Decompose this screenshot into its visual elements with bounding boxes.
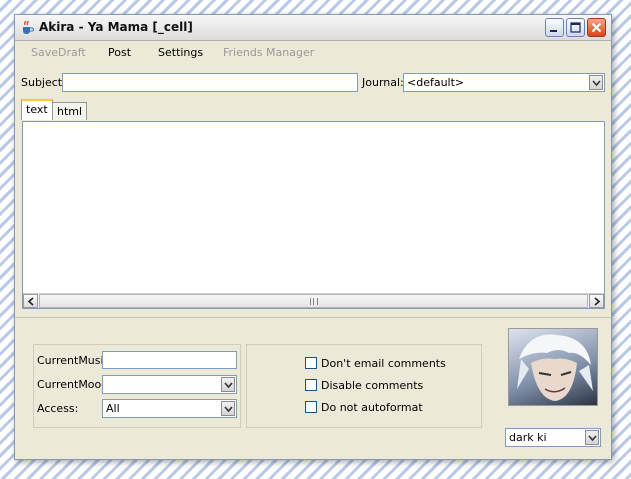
post-body-editor[interactable] bbox=[22, 121, 605, 309]
userpic-dropdown-button[interactable] bbox=[585, 430, 599, 445]
subject-label: Subject: bbox=[21, 76, 66, 89]
dont-email-comments-checkbox[interactable] bbox=[305, 357, 317, 369]
journal-select[interactable]: <default> bbox=[403, 73, 605, 92]
grip-icon bbox=[310, 298, 318, 305]
access-value: All bbox=[106, 402, 120, 415]
disable-comments-label[interactable]: Disable comments bbox=[321, 379, 423, 392]
menu-post[interactable]: Post bbox=[108, 46, 131, 59]
mood-dropdown-button[interactable] bbox=[221, 377, 235, 392]
do-not-autoformat-checkbox[interactable] bbox=[305, 401, 317, 413]
current-mood-select[interactable] bbox=[102, 375, 237, 394]
title-bar[interactable]: Akira - Ya Mama [_cell] bbox=[15, 15, 611, 41]
dont-email-comments-label[interactable]: Don't email comments bbox=[321, 357, 446, 370]
userpic-select-value: dark ki bbox=[509, 431, 547, 444]
window-title: Akira - Ya Mama [_cell] bbox=[39, 20, 193, 34]
current-mood-label: CurrentMood: bbox=[37, 378, 112, 391]
access-label: Access: bbox=[37, 402, 79, 415]
java-cup-icon bbox=[19, 19, 35, 35]
maximize-button[interactable] bbox=[566, 18, 585, 37]
minimize-button[interactable] bbox=[545, 18, 564, 37]
scroll-right-button[interactable] bbox=[589, 294, 604, 308]
subject-input[interactable] bbox=[62, 73, 358, 92]
close-button[interactable] bbox=[587, 18, 606, 37]
journal-label: Journal: bbox=[362, 76, 404, 89]
horizontal-scrollbar[interactable] bbox=[23, 293, 604, 308]
menu-friends-manager[interactable]: Friends Manager bbox=[223, 46, 314, 59]
menu-settings[interactable]: Settings bbox=[158, 46, 203, 59]
userpic-image bbox=[508, 328, 598, 406]
do-not-autoformat-label[interactable]: Do not autoformat bbox=[321, 401, 423, 414]
scroll-thumb[interactable] bbox=[39, 294, 588, 308]
journal-select-value: <default> bbox=[407, 76, 465, 89]
tab-html-label: html bbox=[57, 105, 83, 118]
journal-dropdown-button[interactable] bbox=[589, 75, 603, 90]
tab-html[interactable]: html bbox=[52, 102, 88, 120]
userpic-select[interactable]: dark ki bbox=[505, 428, 601, 447]
current-music-input[interactable] bbox=[102, 351, 237, 369]
tab-text[interactable]: text bbox=[21, 99, 53, 120]
access-dropdown-button[interactable] bbox=[221, 401, 235, 416]
menu-bar: SaveDraft Post Settings Friends Manager bbox=[15, 42, 611, 64]
tab-text-label: text bbox=[26, 103, 48, 116]
menu-savedraft[interactable]: SaveDraft bbox=[31, 46, 86, 59]
scroll-left-button[interactable] bbox=[23, 294, 38, 308]
disable-comments-checkbox[interactable] bbox=[305, 379, 317, 391]
post-window: Akira - Ya Mama [_cell] SaveDraft Post S… bbox=[14, 14, 612, 460]
access-select[interactable]: All bbox=[102, 399, 237, 418]
